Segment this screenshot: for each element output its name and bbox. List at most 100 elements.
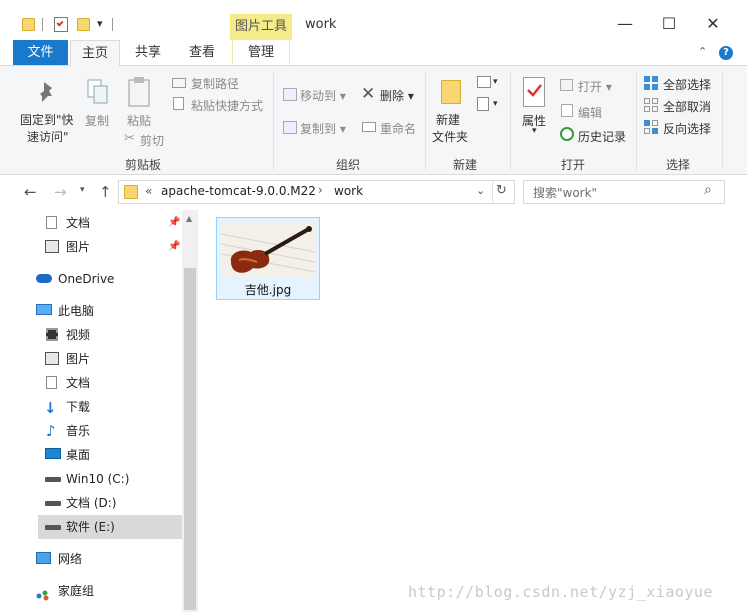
maximize-button[interactable]: ☐ <box>657 14 681 34</box>
nav-item-onedrive[interactable]: OneDrive <box>30 267 182 291</box>
file-item[interactable]: 吉他.jpg <box>216 217 320 300</box>
scroll-up-icon[interactable]: ▲ <box>186 214 192 223</box>
pin-quick-access-button[interactable]: 固定到"快 速访问" <box>20 111 74 145</box>
chevron-down-icon[interactable]: ⌄ <box>476 184 485 197</box>
recent-locations-icon[interactable]: ▾ <box>80 185 85 195</box>
customize-toolbar-icon[interactable]: ▾ <box>97 17 103 30</box>
breadcrumb-overflow[interactable]: « <box>145 184 152 198</box>
music-icon: ♪ <box>46 422 56 440</box>
properties-dropdown-icon[interactable]: ▾ <box>532 126 537 136</box>
select-none-button[interactable]: 全部取消 <box>663 98 711 115</box>
breadcrumb-separator[interactable]: › <box>318 183 323 197</box>
paste-shortcut-button[interactable]: 粘贴快捷方式 <box>191 97 263 114</box>
search-icon[interactable]: ⌕ <box>704 182 712 198</box>
forward-button[interactable]: → <box>54 183 67 201</box>
clipboard-group-label: 剪贴板 <box>125 158 162 172</box>
search-input[interactable]: 搜索"work" <box>533 184 597 201</box>
tab-manage[interactable]: 管理 <box>232 40 290 66</box>
nav-label: Win10 (C:) <box>66 472 130 486</box>
download-icon: ↓ <box>44 399 57 417</box>
back-button[interactable]: ← <box>24 183 37 201</box>
easy-access-icon[interactable] <box>477 97 489 111</box>
pin-icon[interactable]: 📌 <box>168 211 180 235</box>
nav-label: 软件 (E:) <box>66 520 115 534</box>
move-to-button[interactable]: 移动到 ▾ <box>300 87 346 104</box>
nav-item-videos[interactable]: 视频 <box>30 323 182 347</box>
folder-icon <box>22 18 35 31</box>
copy-button[interactable]: 复制 <box>85 112 109 129</box>
nav-item-drive-c[interactable]: Win10 (C:) <box>30 467 182 491</box>
tab-view[interactable]: 查看 <box>180 40 224 66</box>
new-item-dropdown-icon[interactable]: ▾ <box>493 77 498 87</box>
window-title: work <box>305 17 337 32</box>
rename-button[interactable]: 重命名 <box>380 120 416 137</box>
new-group-label: 新建 <box>453 158 478 172</box>
new-folder-label-line2: 文件夹 <box>432 130 469 144</box>
new-folder-quick-icon[interactable] <box>77 18 90 31</box>
nav-item-drive-e[interactable]: 软件 (E:) <box>38 515 182 539</box>
up-button[interactable]: ↑ <box>99 183 112 201</box>
tab-file[interactable]: 文件 <box>13 40 68 65</box>
document-icon <box>46 376 57 389</box>
nav-label: 此电脑 <box>58 304 95 318</box>
help-icon[interactable]: ? <box>719 46 733 60</box>
nav-item-this-pc[interactable]: 此电脑 <box>30 299 182 323</box>
nav-item-pictures-pinned[interactable]: 图片 📌 <box>30 235 182 259</box>
pin-label-line1: 固定到"快 <box>20 113 74 127</box>
nav-item-pictures[interactable]: 图片 <box>30 347 182 371</box>
new-item-icon[interactable] <box>477 76 491 88</box>
thumbnail-violin-image <box>221 222 315 278</box>
nav-item-documents[interactable]: 文档 <box>30 371 182 395</box>
copy-to-button[interactable]: 复制到 ▾ <box>300 120 346 137</box>
paste-button[interactable]: 粘贴 <box>127 112 151 129</box>
nav-scrollbar-thumb[interactable] <box>184 268 196 610</box>
collapse-ribbon-icon[interactable]: ⌃ <box>698 45 707 58</box>
open-group-label: 打开 <box>561 158 586 172</box>
nav-item-music[interactable]: ♪ 音乐 <box>30 419 182 443</box>
close-button[interactable]: ✕ <box>701 14 725 34</box>
invert-selection-button[interactable]: 反向选择 <box>663 120 711 137</box>
nav-item-network[interactable]: 网络 <box>30 547 182 571</box>
minimize-button[interactable]: — <box>613 14 637 34</box>
pin-icon <box>36 80 58 104</box>
edit-icon <box>561 104 573 117</box>
edit-button[interactable]: 编辑 <box>578 104 602 121</box>
nav-item-homegroup[interactable]: 家庭组 <box>30 579 182 603</box>
breadcrumb-item[interactable]: work <box>334 184 363 198</box>
copy-path-button[interactable]: 复制路径 <box>191 75 239 92</box>
copy-path-icon <box>172 78 186 88</box>
copy-to-icon <box>283 121 297 134</box>
ribbon <box>0 66 747 175</box>
pin-icon[interactable]: 📌 <box>168 235 180 259</box>
nav-label: 视频 <box>66 328 91 342</box>
nav-item-documents-pinned[interactable]: 文档 📌 <box>30 211 182 235</box>
select-none-icon <box>644 98 659 113</box>
nav-item-drive-d[interactable]: 文档 (D:) <box>30 491 182 515</box>
nav-label: 网络 <box>58 552 83 566</box>
folder-icon <box>124 185 138 199</box>
delete-button[interactable]: 删除 ▾ <box>380 87 414 104</box>
properties-quick-icon[interactable] <box>54 17 68 32</box>
network-icon <box>36 552 51 564</box>
new-folder-label-line1: 新建 <box>436 113 461 127</box>
nav-item-downloads[interactable]: ↓ 下载 <box>30 395 182 419</box>
tab-home[interactable]: 主页 <box>70 40 120 67</box>
video-icon <box>46 328 58 341</box>
cut-button[interactable]: 剪切 <box>140 132 164 149</box>
nav-label: 图片 <box>66 352 91 366</box>
history-button[interactable]: 历史记录 <box>578 128 626 145</box>
select-all-icon <box>644 76 659 91</box>
nav-label: 文档 (D:) <box>66 496 117 510</box>
new-folder-icon <box>441 80 461 104</box>
nav-label: OneDrive <box>58 272 115 286</box>
tab-share[interactable]: 共享 <box>126 40 170 66</box>
new-folder-button[interactable]: 新建 <box>436 111 460 128</box>
easy-access-dropdown-icon[interactable]: ▾ <box>493 99 498 109</box>
refresh-icon[interactable]: ↻ <box>496 183 507 198</box>
select-all-button[interactable]: 全部选择 <box>663 76 711 93</box>
nav-item-desktop[interactable]: 桌面 <box>30 443 182 467</box>
select-group-label: 选择 <box>666 158 691 172</box>
breadcrumb-item[interactable]: apache-tomcat-9.0.0.M22 <box>161 184 316 198</box>
nav-label: 桌面 <box>66 448 91 462</box>
open-button[interactable]: 打开 ▾ <box>578 78 612 95</box>
